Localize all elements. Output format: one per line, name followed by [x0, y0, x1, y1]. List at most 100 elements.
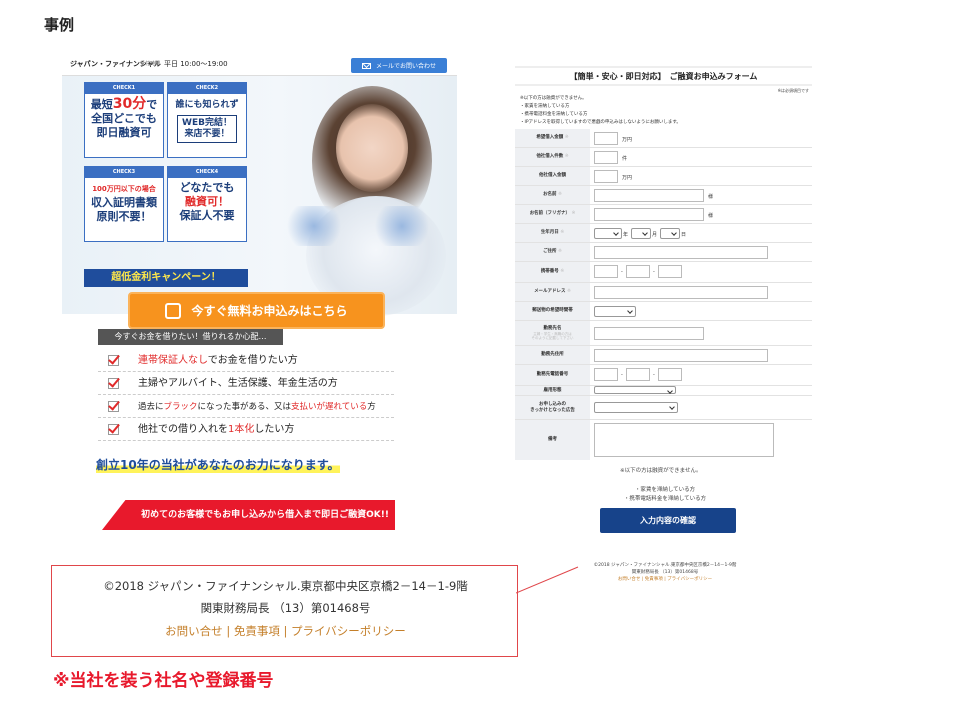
birth-month-select[interactable]: [631, 228, 651, 239]
field-label: 他社借入金額: [515, 167, 590, 185]
same-day-loan-banner: 初めてのお客様でもお申し込みから借入まで即日ご融資OK!!: [102, 500, 395, 530]
check-text: 即日融資可: [96, 126, 152, 139]
callout-registration: 関東財務局長 （13）第01468号: [200, 601, 371, 615]
check-card-head: CHECK2: [168, 83, 246, 94]
check-card-4: CHECK4 どなたでも 融資可！ 保証人不要: [167, 166, 247, 242]
mail-contact-label: メールでお問い合わせ: [375, 63, 436, 70]
lp-hero: CHECK1 最短30分で 全国どこでも 即日融資可 CHECK2 誰にも知られ…: [62, 76, 457, 329]
employer-phone-part2-input[interactable]: [626, 368, 650, 381]
check-text: 保証人不要: [179, 209, 235, 222]
field-label: 備考: [515, 420, 590, 460]
address-input[interactable]: [594, 246, 768, 259]
loan-amount-input[interactable]: [594, 132, 618, 145]
confirm-input-button[interactable]: 入力内容の確認: [600, 508, 736, 533]
field-label: 他社借入件数 ※: [515, 148, 590, 166]
form-row-other-loans-amount: 他社借入金額 万円: [515, 167, 812, 186]
employer-address-input[interactable]: [594, 349, 768, 362]
unit-label: 万円: [622, 137, 633, 143]
field-label: 勤務先電話番号: [515, 365, 590, 385]
mobile-part3-input[interactable]: [658, 265, 682, 278]
employer-phone-part1-input[interactable]: [594, 368, 618, 381]
unit-label: 万円: [622, 175, 633, 181]
campaign-banner: 超低金利キャンペーン！: [84, 269, 248, 287]
dash-label: -: [621, 269, 623, 275]
unit-label: 年: [623, 232, 629, 238]
reason-item: 連帯保証人なしでお金を借りたい方: [98, 350, 394, 372]
name-input[interactable]: [594, 189, 704, 202]
checkbox-icon: [108, 355, 119, 366]
lp-hours: 平日 10:00〜19:00: [164, 60, 228, 68]
field-label: お名前（フリガナ） ※: [515, 205, 590, 223]
field-label: 郵送物の希望時間帯: [515, 302, 590, 320]
field-label: 勤務先住所: [515, 346, 590, 364]
mail-icon: [361, 62, 371, 69]
unit-label: 様: [708, 194, 714, 200]
check-card-1: CHECK1 最短30分で 全国どこでも 即日融資可: [84, 82, 164, 158]
check-card-3: CHECK3 100万円以下の場合 収入証明書類 原則不要！: [84, 166, 164, 242]
mail-time-select[interactable]: [594, 306, 636, 317]
reason-text: 主婦やアルバイト、生活保護、年金生活の方: [138, 378, 338, 389]
blurred-model-photo: [284, 76, 457, 316]
reason-text: 過去に: [138, 402, 164, 412]
reason-highlight: 1本化: [228, 424, 255, 435]
slide-title: 事例: [44, 16, 75, 34]
mobile-part1-input[interactable]: [594, 265, 618, 278]
birth-year-select[interactable]: [594, 228, 622, 239]
company-tagline: 創立10年の当社があなたのお力になります。: [96, 456, 340, 473]
form-note: ※以下の方は融資ができません。: [520, 96, 587, 101]
unit-label: 日: [681, 232, 687, 238]
check-card-head: CHECK1: [85, 83, 163, 94]
apply-now-button[interactable]: 今すぐ無料お申込みはこちら: [128, 292, 385, 329]
form-row-employer-address: 勤務先住所: [515, 346, 812, 365]
form-warning: ※以下の方は融資ができません。: [620, 468, 702, 474]
field-label: 生年月日 ※: [515, 224, 590, 242]
check-highlight: 30分: [112, 96, 147, 112]
footer-bureau: 関東財務局長 （13）第01468号: [631, 570, 699, 575]
other-loans-count-input[interactable]: [594, 151, 618, 164]
email-input[interactable]: [594, 286, 768, 299]
employment-type-select[interactable]: [594, 386, 676, 394]
required-note: ※は必須項目です: [777, 88, 809, 93]
checkbox-icon: [108, 424, 119, 435]
birth-day-select[interactable]: [660, 228, 680, 239]
dash-label: -: [653, 269, 655, 275]
lp-header: ジャパン・ファイナンシャル 受付時間 平日 10:00〜19:00 メールでお問…: [62, 54, 457, 76]
tap-hand-icon: [165, 302, 182, 319]
form-title: 【簡単・安心・即日対応】 ご融資お申込みフォーム: [515, 66, 812, 86]
reason-highlight: 連帯保証人なし: [138, 355, 208, 366]
remarks-textarea[interactable]: [594, 423, 774, 457]
field-label: ご住所 ※: [515, 243, 590, 261]
reason-text: 方: [367, 402, 376, 412]
form-row-name: お名前 ※ 様: [515, 186, 812, 205]
application-form-screenshot: 【簡単・安心・即日対応】 ご融資お申込みフォーム ※は必須項目です ※以下の方は…: [515, 66, 812, 460]
check-text: 誰にも知られず: [175, 100, 239, 110]
employer-phone-part3-input[interactable]: [658, 368, 682, 381]
mail-contact-button[interactable]: メールでお問い合わせ: [351, 58, 447, 73]
check-highlight: 融資可！: [185, 195, 229, 208]
footer-links[interactable]: お問い合せ | 免責事項 | プライバシーポリシー: [585, 576, 745, 583]
check-text: 原則不要！: [96, 210, 152, 223]
check-text: で: [146, 98, 158, 111]
callout-copyright: ©2018 ジャパン・ファイナンシャル.東京都中央区京橋2－14－1-9階: [103, 579, 468, 593]
form-note: ・携帯電話料金を滞納している方: [520, 112, 588, 117]
check-text: 100万円以下の場合: [92, 185, 156, 193]
field-label: 携帯番号 ※: [515, 262, 590, 282]
check-card-head: CHECK3: [85, 167, 163, 178]
form-row-ad-source: お申し込みの きっかけとなった広告: [515, 396, 812, 420]
reason-text: でお金を借りたい方: [207, 355, 298, 366]
check-text: 全国どこでも: [91, 112, 157, 125]
reason-text: 他社での借り入れを: [138, 424, 228, 435]
other-loans-amount-input[interactable]: [594, 170, 618, 183]
concern-header: 今すぐお金を借りたい！借りれるか心配…: [98, 329, 283, 345]
reason-highlight: ブラック: [163, 402, 198, 412]
checkbox-icon: [108, 378, 119, 389]
mobile-part2-input[interactable]: [626, 265, 650, 278]
form-row-email: メールアドレス ※: [515, 283, 812, 302]
employer-input[interactable]: [594, 327, 704, 340]
ad-source-select[interactable]: [594, 402, 678, 413]
name-kana-input[interactable]: [594, 208, 704, 221]
field-label: 雇用形態: [515, 386, 590, 395]
reason-text: したい方: [254, 424, 295, 435]
reason-item: 主婦やアルバイト、生活保護、年金生活の方: [98, 373, 394, 395]
form-row-mail-time: 郵送物の希望時間帯: [515, 302, 812, 321]
